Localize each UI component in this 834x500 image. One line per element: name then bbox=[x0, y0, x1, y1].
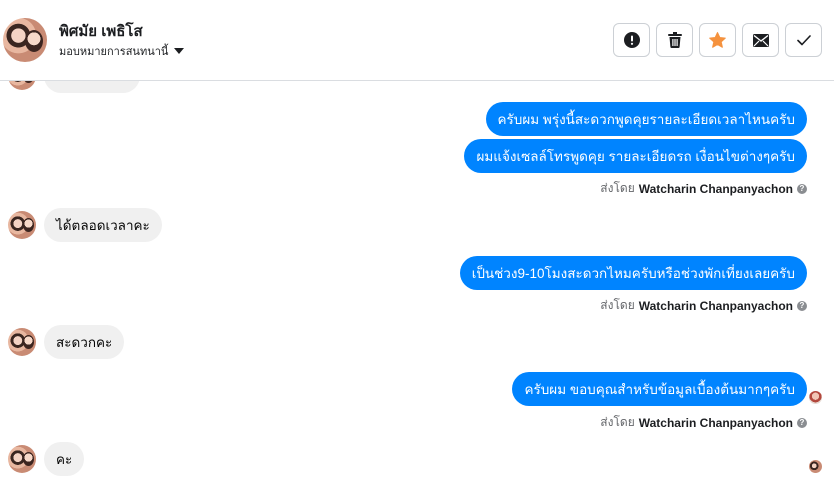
trash-icon bbox=[667, 32, 682, 48]
exclamation-icon bbox=[623, 32, 640, 48]
message-row-incoming: คะ bbox=[8, 442, 85, 476]
sent-by-prefix: ส่งโดย bbox=[600, 298, 635, 312]
help-icon[interactable]: ? bbox=[797, 300, 807, 311]
assign-label: มอบหมายการสนทนานี้ bbox=[59, 46, 169, 58]
header-actions bbox=[613, 23, 822, 57]
sent-by-label: ส่งโดย Watcharin Chanpanyachon ? bbox=[600, 413, 807, 432]
message-bubble-outgoing[interactable]: เป็นช่วง9-10โมงสะดวกไหมครับหรือช่วงพักเท… bbox=[459, 256, 807, 290]
star-icon bbox=[709, 32, 726, 48]
sender-name: Watcharin Chanpanyachon bbox=[638, 415, 793, 430]
sent-by-prefix: ส่งโดย bbox=[600, 181, 635, 195]
message-row-incoming: สะดวกคะ bbox=[8, 325, 125, 359]
sender-name: Watcharin Chanpanyachon bbox=[638, 298, 793, 313]
star-button[interactable] bbox=[699, 23, 736, 57]
contact-avatar-small bbox=[8, 328, 36, 356]
contact-avatar[interactable] bbox=[3, 18, 47, 62]
message-bubble-incoming[interactable] bbox=[44, 81, 140, 93]
message-bubble-outgoing[interactable]: ครับผม ขอบคุณสำหรับข้อมูลเบื้องต้นมากๆคร… bbox=[512, 372, 807, 406]
contact-avatar-small bbox=[8, 445, 36, 473]
mark-unread-button[interactable] bbox=[742, 23, 779, 57]
help-icon[interactable]: ? bbox=[797, 417, 807, 428]
help-icon[interactable]: ? bbox=[797, 183, 807, 194]
contact-name[interactable]: พิศมัย เพธิโส bbox=[59, 19, 143, 43]
message-bubble-incoming[interactable]: คะ bbox=[44, 442, 85, 476]
sent-by-label: ส่งโดย Watcharin Chanpanyachon ? bbox=[600, 179, 807, 198]
mark-spam-button[interactable] bbox=[613, 23, 650, 57]
sent-by-prefix: ส่งโดย bbox=[600, 415, 635, 429]
chevron-down-icon bbox=[174, 48, 185, 54]
seen-avatar bbox=[809, 391, 822, 404]
assign-conversation-dropdown[interactable]: มอบหมายการสนทนานี้ bbox=[59, 42, 185, 60]
envelope-icon bbox=[752, 33, 769, 47]
message-row-incoming bbox=[8, 81, 140, 93]
message-bubble-incoming[interactable]: สะดวกคะ bbox=[44, 325, 125, 359]
mark-done-button[interactable] bbox=[785, 23, 822, 57]
contact-avatar-small bbox=[8, 211, 36, 239]
delete-button[interactable] bbox=[656, 23, 693, 57]
message-thread[interactable]: ครับผม พรุ่งนี้สะดวกพูดคุยรายละเอียดเวลา… bbox=[0, 81, 834, 500]
conversation-header: พิศมัย เพธิโส มอบหมายการสนทนานี้ bbox=[0, 0, 834, 81]
contact-avatar-small bbox=[8, 81, 36, 90]
message-bubble-outgoing[interactable]: ผมแจ้งเซลล์โทรพูดคุย รายละเอียดรถ เงื่อน… bbox=[464, 139, 807, 173]
sender-name: Watcharin Chanpanyachon bbox=[638, 181, 793, 196]
sent-by-label: ส่งโดย Watcharin Chanpanyachon ? bbox=[600, 296, 807, 315]
message-bubble-incoming[interactable]: ได้ตลอดเวลาคะ bbox=[44, 208, 162, 242]
check-icon bbox=[796, 34, 811, 45]
seen-avatar bbox=[809, 460, 822, 473]
message-bubble-outgoing[interactable]: ครับผม พรุ่งนี้สะดวกพูดคุยรายละเอียดเวลา… bbox=[485, 102, 807, 136]
message-row-incoming: ได้ตลอดเวลาคะ bbox=[8, 208, 162, 242]
